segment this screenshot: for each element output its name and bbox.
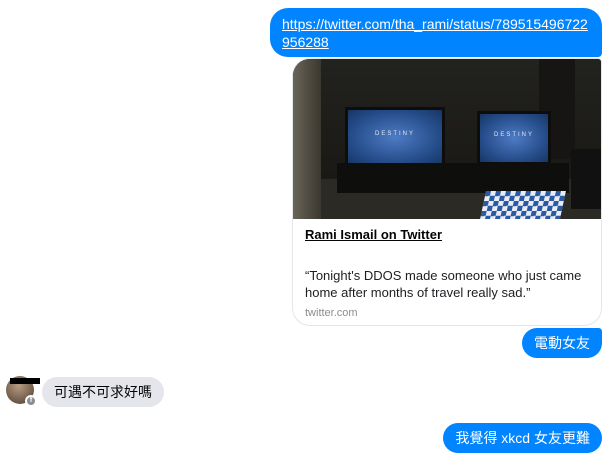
avatar-redaction-bar <box>10 378 40 384</box>
avatar[interactable]: f <box>6 376 40 407</box>
image-chessboard <box>480 191 566 219</box>
tv-logo-left: DESTINY <box>374 130 415 137</box>
tv-logo-right: DESTINY <box>493 132 534 139</box>
image-tv-right: DESTINY <box>477 111 551 165</box>
image-lamp <box>293 59 321 219</box>
tweet-link[interactable]: https://twitter.com/tha_rami/status/7895… <box>282 16 588 50</box>
image-rack <box>571 149 601 209</box>
outgoing-link-message[interactable]: https://twitter.com/tha_rami/status/7895… <box>270 8 602 57</box>
link-preview-description: “Tonight's DDOS made someone who just ca… <box>305 268 582 300</box>
image-tv-stand <box>337 163 569 193</box>
outgoing-message-last[interactable]: 我覺得 xkcd 女友更難 <box>443 423 602 453</box>
link-preview-image[interactable]: DESTINY DESTINY <box>293 59 601 219</box>
incoming-message[interactable]: 可遇不可求好嗎 <box>42 377 164 407</box>
link-preview-title[interactable]: Rami Ismail on Twitter <box>305 227 442 242</box>
facebook-icon: f <box>25 395 37 407</box>
image-tv-left: DESTINY <box>345 107 445 167</box>
link-preview-card[interactable]: DESTINY DESTINY Rami Ismail on Twitter “… <box>292 58 602 326</box>
outgoing-message[interactable]: 電動女友 <box>522 328 602 358</box>
chat-thread: https://twitter.com/tha_rami/status/7895… <box>0 0 608 456</box>
link-preview-domain: twitter.com <box>305 307 358 319</box>
